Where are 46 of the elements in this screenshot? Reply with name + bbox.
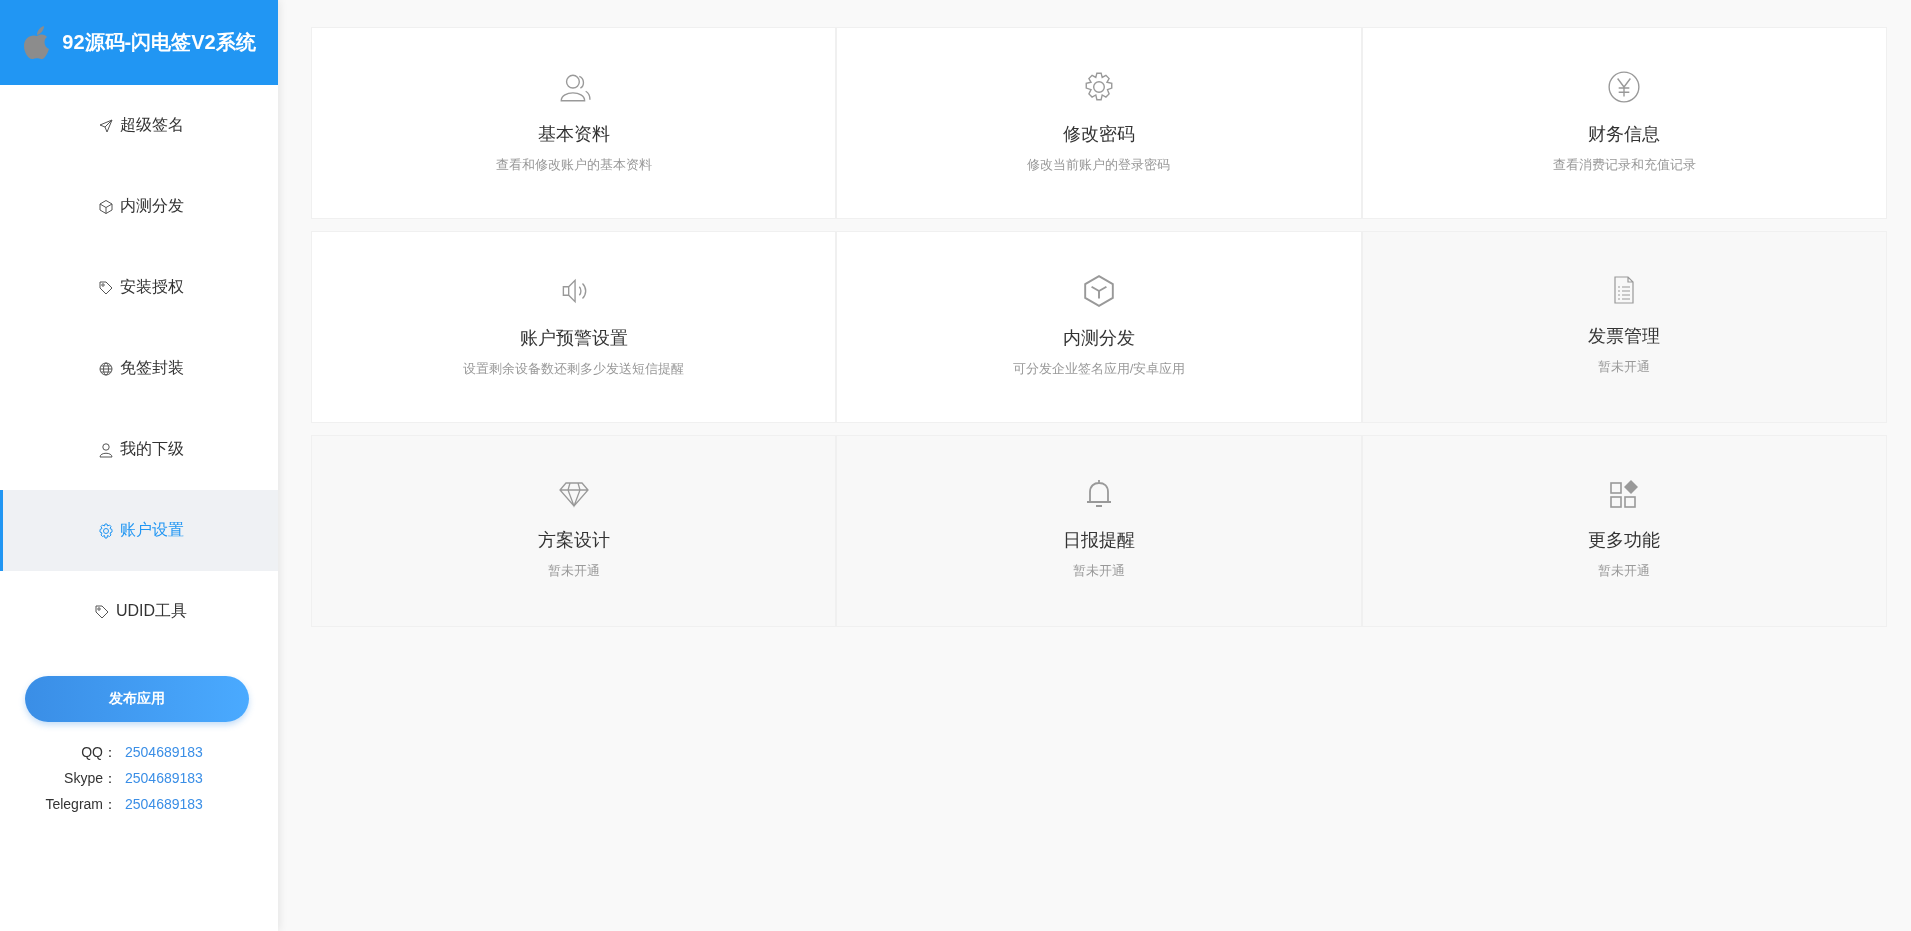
paper-plane-icon: [97, 117, 114, 134]
settings-card[interactable]: 内测分发 可分发企业签名应用/安卓应用: [836, 231, 1362, 423]
apps-grid-icon: [1608, 478, 1641, 510]
sidebar-item[interactable]: UDID工具: [0, 571, 278, 652]
sidebar-item[interactable]: 安装授权: [0, 247, 278, 328]
card-description: 暂未开通: [1073, 562, 1125, 580]
card-description: 查看和修改账户的基本资料: [495, 156, 652, 174]
card-title: 账户预警设置: [519, 327, 628, 350]
globe-icon: [97, 360, 114, 377]
card-description: 查看消费记录和充值记录: [1552, 156, 1696, 174]
card-title: 发票管理: [1588, 325, 1661, 348]
card-description: 暂未开通: [1598, 358, 1651, 376]
contact-label: Skype：: [63, 770, 117, 788]
app-title: 92源码-闪电签V2系统: [62, 30, 256, 55]
settings-card[interactable]: 账户预警设置 设置剩余设备数还剩多少发送短信提醒: [311, 231, 837, 423]
card-description: 可分发企业签名应用/安卓应用: [1012, 360, 1186, 378]
contact-number: 2504689183: [125, 744, 204, 762]
sidebar-item[interactable]: 我的下级: [0, 409, 278, 490]
sidebar-item[interactable]: 免签封装: [0, 328, 278, 409]
contact-label: QQ：: [80, 744, 117, 762]
tag-icon: [93, 603, 110, 620]
card-title: 方案设计: [537, 529, 610, 552]
card-title: 日报提醒: [1063, 529, 1135, 552]
cube-icon: [1082, 274, 1116, 308]
yen-icon: [1607, 70, 1642, 104]
cube-icon: [97, 198, 114, 215]
card-description: 修改当前账户的登录密码: [1027, 156, 1171, 174]
card-description: 暂未开通: [547, 562, 600, 580]
card-title: 财务信息: [1588, 123, 1661, 146]
settings-card[interactable]: 修改密码 修改当前账户的登录密码: [836, 27, 1362, 219]
gear-icon: [97, 522, 114, 539]
sidebar-item[interactable]: 超级签名: [0, 85, 278, 166]
tag-icon: [97, 279, 114, 296]
contact-number: 2504689183: [125, 770, 204, 788]
settings-card[interactable]: 财务信息 查看消费记录和充值记录: [1361, 27, 1887, 219]
card-title: 基本资料: [537, 123, 610, 146]
card-description: 暂未开通: [1598, 562, 1651, 580]
card-title: 修改密码: [1063, 123, 1135, 146]
card-title: 更多功能: [1588, 529, 1661, 552]
card-title: 内测分发: [1063, 327, 1135, 350]
contact-label: Telegram：: [44, 796, 117, 814]
settings-card[interactable]: 基本资料 查看和修改账户的基本资料: [311, 27, 837, 219]
card-description: 设置剩余设备数还剩多少发送短信提醒: [463, 360, 685, 378]
user-icon: [97, 441, 114, 458]
contact-number: 2504689183: [125, 796, 204, 814]
sidebar-item[interactable]: 内测分发: [0, 166, 278, 247]
